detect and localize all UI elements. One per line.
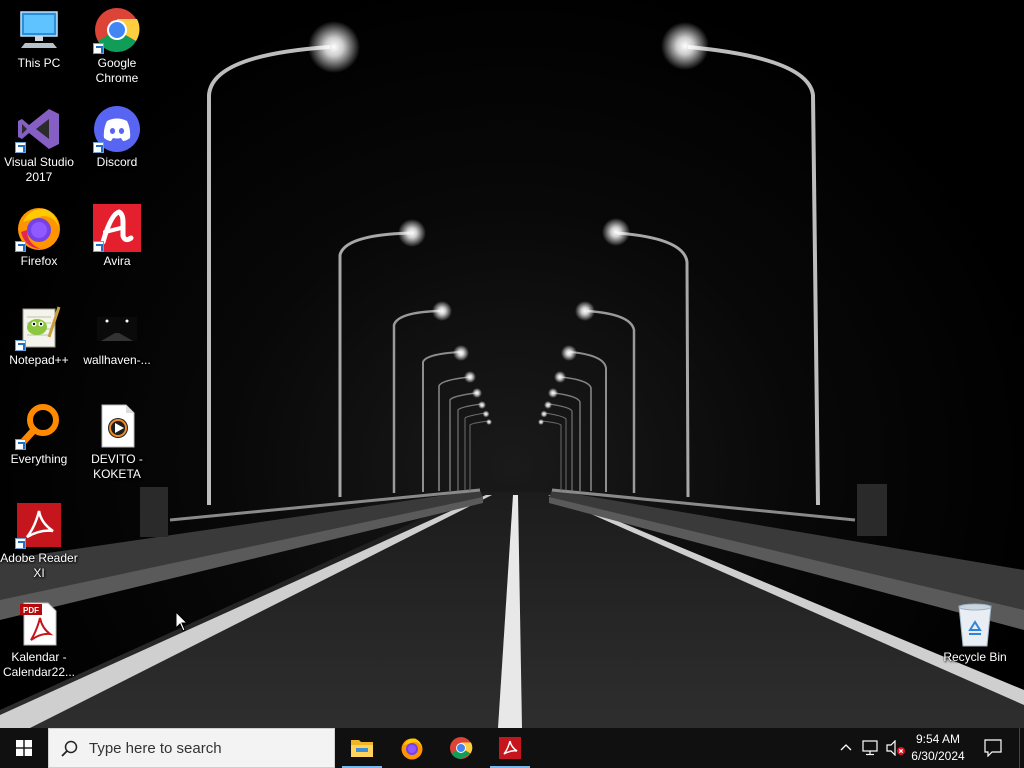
- desktop-icon-discord[interactable]: Discord: [78, 99, 156, 170]
- desktop[interactable]: This PC Google Chrome Visual Studio 2017…: [0, 0, 1024, 728]
- start-button[interactable]: [0, 728, 48, 768]
- clock-date: 6/30/2024: [911, 749, 965, 763]
- chrome-icon: [93, 6, 141, 54]
- desktop-icon-kalendar-pdf[interactable]: PDF Kalendar - Calendar22...: [0, 594, 78, 680]
- recycle-bin-icon: [951, 600, 999, 648]
- windows-logo-icon: [16, 740, 32, 756]
- chevron-up-icon: [840, 744, 852, 751]
- taskbar-file-explorer[interactable]: [338, 728, 386, 768]
- desktop-icon-label: Kalendar - Calendar22...: [2, 650, 76, 679]
- desktop-icon-label: Avira: [103, 254, 131, 268]
- this-pc-icon: [15, 6, 63, 54]
- desktop-icon-adobe-reader[interactable]: Adobe Reader XI: [0, 495, 78, 581]
- desktop-icon-wallhaven[interactable]: wallhaven-...: [78, 297, 156, 368]
- clock-button[interactable]: 9:54 AM 6/30/2024: [903, 728, 973, 768]
- desktop-icon-label: Firefox: [20, 254, 58, 268]
- everything-icon: [15, 402, 63, 450]
- search-icon: [61, 740, 78, 757]
- shortcut-arrow-icon: [15, 538, 26, 549]
- network-tray-button[interactable]: [860, 728, 882, 768]
- desktop-icon-label: This PC: [17, 56, 61, 70]
- search-placeholder: Type here to search: [89, 740, 222, 757]
- notification-icon: [984, 739, 1002, 757]
- firefox-icon: [401, 738, 423, 760]
- taskbar-adobe-reader[interactable]: [486, 728, 534, 768]
- search-box[interactable]: Type here to search: [48, 728, 335, 768]
- desktop-icon-label: Recycle Bin: [943, 650, 1007, 664]
- taskbar-chrome[interactable]: [437, 728, 485, 768]
- shortcut-arrow-icon: [93, 43, 104, 54]
- desktop-icon-everything[interactable]: Everything: [0, 396, 78, 467]
- shortcut-arrow-icon: [15, 439, 26, 450]
- desktop-icon-label: wallhaven-...: [83, 353, 151, 367]
- notepadpp-icon: [15, 303, 63, 351]
- taskbar: Type here to search 9:54 AM 6/30/2024: [0, 728, 1024, 768]
- show-hidden-icons-button[interactable]: [836, 728, 856, 768]
- clock-time: 9:54 AM: [915, 732, 961, 746]
- shortcut-arrow-icon: [93, 241, 104, 252]
- avira-icon: [93, 204, 141, 252]
- action-center-button[interactable]: [978, 728, 1012, 768]
- desktop-icon-label: Visual Studio 2017: [4, 155, 74, 184]
- desktop-icon-label: Discord: [96, 155, 138, 169]
- adobe-reader-icon: [499, 737, 521, 759]
- desktop-icon-this-pc[interactable]: This PC: [0, 0, 78, 71]
- desktop-icon-notepadpp[interactable]: Notepad++: [0, 297, 78, 368]
- image-file-icon: [93, 303, 141, 351]
- chrome-icon: [450, 737, 473, 759]
- desktop-icon-label: Notepad++: [9, 353, 69, 367]
- network-icon: [862, 740, 878, 756]
- file-explorer-icon: [351, 740, 373, 757]
- desktop-icon-label: Adobe Reader XI: [0, 551, 78, 580]
- show-desktop-button[interactable]: [1019, 728, 1024, 768]
- media-file-icon: [93, 402, 141, 450]
- shortcut-arrow-icon: [93, 142, 104, 153]
- desktop-icon-firefox[interactable]: Firefox: [0, 198, 78, 269]
- firefox-icon: [15, 204, 63, 252]
- visual-studio-icon: [15, 105, 63, 153]
- desktop-icon-avira[interactable]: Avira: [78, 198, 156, 269]
- desktop-icon-label: Everything: [10, 452, 68, 466]
- desktop-icon-label: DEVITO - KOKETA: [91, 452, 143, 481]
- shortcut-arrow-icon: [15, 340, 26, 351]
- taskbar-firefox[interactable]: [388, 728, 436, 768]
- discord-icon: [93, 105, 141, 153]
- mouse-cursor-icon: [176, 612, 188, 632]
- desktop-icon-devito-koketa[interactable]: DEVITO - KOKETA: [78, 396, 156, 482]
- desktop-icon-recycle-bin[interactable]: Recycle Bin: [936, 594, 1014, 665]
- svg-text:PDF: PDF: [23, 606, 39, 615]
- shortcut-arrow-icon: [15, 241, 26, 252]
- pdf-file-icon: PDF: [15, 600, 63, 648]
- desktop-icon-google-chrome[interactable]: Google Chrome: [78, 0, 156, 86]
- desktop-icon-label: Google Chrome: [95, 56, 139, 85]
- desktop-icon-visual-studio[interactable]: Visual Studio 2017: [0, 99, 78, 185]
- adobe-reader-icon: [15, 501, 63, 549]
- shortcut-arrow-icon: [15, 142, 26, 153]
